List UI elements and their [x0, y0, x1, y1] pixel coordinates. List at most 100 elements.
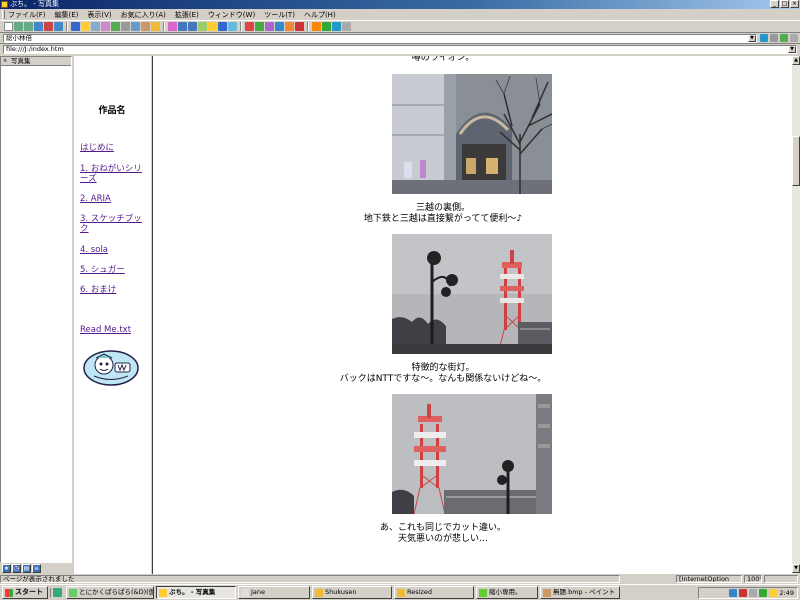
toolbar-grip[interactable]	[2, 10, 5, 19]
monitor-icon[interactable]	[218, 22, 227, 31]
menu-edit[interactable]: 編集(E)	[55, 10, 79, 20]
task-label: 無題.bmp - ペイント	[553, 588, 616, 596]
rss-icon[interactable]	[312, 22, 321, 31]
java-icon[interactable]	[285, 22, 294, 31]
menu-help[interactable]: ヘルプ(H)	[304, 10, 336, 20]
scroll-up-button[interactable]: ▲	[792, 56, 800, 65]
task-label: Jane	[251, 588, 266, 596]
nav-link-sketchbook[interactable]: 3. スケッチブック	[80, 214, 146, 234]
script-icon[interactable]	[208, 22, 217, 31]
nav-link-intro[interactable]: はじめに	[80, 143, 146, 153]
task-label: ぷち。 - 写真集	[169, 588, 216, 596]
go-icon[interactable]	[322, 22, 331, 31]
new-page-icon[interactable]	[4, 22, 13, 31]
forward-icon[interactable]	[24, 22, 33, 31]
cascade-icon[interactable]	[188, 22, 197, 31]
vertical-scrollbar[interactable]: ▲ ▼	[791, 56, 800, 574]
favorites-panel: × 写真集	[0, 56, 72, 563]
tile-icon[interactable]	[178, 22, 187, 31]
globe-icon[interactable]	[71, 22, 80, 31]
search-options-icon[interactable]	[770, 34, 778, 42]
nav-link-onegai[interactable]: 1. おねがいシリーズ	[80, 164, 146, 184]
window-title: ぷち。 - 写真集	[10, 0, 60, 8]
task-button-active[interactable]: ぷち。 - 写真集	[156, 586, 236, 599]
scroll-thumb[interactable]	[792, 136, 800, 186]
photo-mitsukoshi-back	[392, 74, 552, 194]
refresh-all-icon[interactable]	[111, 22, 120, 31]
favorites-tab-icon[interactable]: ★	[2, 564, 11, 573]
history-tab-icon[interactable]: ◷	[12, 564, 21, 573]
media-icon[interactable]	[295, 22, 304, 31]
folder-tab-icon[interactable]: ▤	[22, 564, 31, 573]
task-button[interactable]: Resized	[394, 586, 474, 599]
search-icon[interactable]	[332, 22, 341, 31]
nav-link-readme[interactable]: Read Me.txt	[80, 325, 146, 335]
task-label: 縮小専用。	[489, 588, 522, 596]
menu-favorites[interactable]: お気に入り(A)	[121, 10, 166, 20]
search-dropdown-button[interactable]: ▼	[748, 35, 756, 42]
clear-icon[interactable]	[790, 34, 798, 42]
link-tab-icon[interactable]: ≡	[32, 564, 41, 573]
menu-window[interactable]: ウィンドウ(W)	[208, 10, 255, 20]
home-icon[interactable]	[54, 22, 63, 31]
star-icon[interactable]	[81, 22, 90, 31]
toolbar	[0, 20, 800, 33]
window-icon[interactable]	[101, 22, 110, 31]
volume-icon[interactable]	[749, 589, 758, 597]
menu-tools[interactable]: ツール(T)	[264, 10, 295, 20]
search-field[interactable]: 総小林倍 ▼	[3, 34, 757, 43]
nav-link-sola[interactable]: 4. sola	[80, 245, 146, 255]
scroll-down-button[interactable]: ▼	[792, 564, 800, 573]
edit-icon[interactable]	[141, 22, 150, 31]
image-icon[interactable]	[198, 22, 207, 31]
proxy-icon[interactable]	[275, 22, 284, 31]
start-button[interactable]: スタート	[2, 586, 48, 599]
task-button[interactable]: とにかくぱらぱら(&D)(仮)	[66, 586, 154, 599]
status-zoom[interactable]: 100%	[744, 575, 762, 583]
minimize-button[interactable]: _	[770, 0, 779, 8]
popup-icon[interactable]	[255, 22, 264, 31]
highlight-icon[interactable]	[780, 34, 788, 42]
network-icon[interactable]	[729, 589, 738, 597]
block-icon[interactable]	[245, 22, 254, 31]
caption-line: 天気悪いのが悲しい…	[397, 534, 488, 544]
nav-link-sugar[interactable]: 5. シュガー	[80, 265, 146, 275]
paint-icon	[543, 589, 551, 597]
task-button[interactable]: Jane	[238, 586, 310, 599]
task-button[interactable]: 無題.bmp - ペイント	[540, 586, 620, 599]
mail-icon[interactable]	[131, 22, 140, 31]
desktop-icon[interactable]	[53, 588, 62, 597]
back-icon[interactable]	[14, 22, 23, 31]
heart-icon[interactable]	[168, 22, 177, 31]
print-icon[interactable]	[121, 22, 130, 31]
clock[interactable]: 2:49	[779, 589, 794, 597]
reload-icon[interactable]	[34, 22, 43, 31]
nav-link-aria[interactable]: 2. ARIA	[80, 194, 146, 204]
menu-view[interactable]: 表示(V)	[87, 10, 111, 20]
address-input[interactable]: file:///J:/index.htm ▼	[3, 45, 797, 54]
mascot-logo[interactable]	[82, 349, 140, 387]
ime-icon[interactable]	[759, 589, 768, 597]
status-zone: [InternetOption	[676, 575, 742, 583]
browser-window: ぷち。 - 写真集 _ □ × ファイル(F) 編集(E) 表示(V) お気に入…	[0, 0, 800, 584]
title-bar[interactable]: ぷち。 - 写真集 _ □ ×	[0, 0, 800, 9]
stop-icon[interactable]	[44, 22, 53, 31]
app-icon[interactable]	[1, 1, 8, 8]
folder-icon[interactable]	[151, 22, 160, 31]
close-button[interactable]: ×	[790, 0, 799, 8]
maximize-button[interactable]: □	[780, 0, 789, 8]
favorites-close-icon[interactable]: ×	[3, 58, 9, 64]
zoom-icon[interactable]	[228, 22, 237, 31]
address-dropdown-button[interactable]: ▼	[788, 46, 796, 53]
cookie-icon[interactable]	[265, 22, 274, 31]
search-go-icon[interactable]	[760, 34, 768, 42]
options-icon[interactable]	[342, 22, 351, 31]
task-button[interactable]: 縮小専用。	[476, 586, 538, 599]
task-button[interactable]: Shukusen	[312, 586, 392, 599]
nav-link-omake[interactable]: 6. おまけ	[80, 285, 146, 295]
menu-extensions[interactable]: 拡張(E)	[175, 10, 199, 20]
tray-app-icon[interactable]	[769, 589, 778, 597]
menu-file[interactable]: ファイル(F)	[8, 10, 46, 20]
history-icon[interactable]	[91, 22, 100, 31]
antivirus-icon[interactable]	[739, 589, 748, 597]
